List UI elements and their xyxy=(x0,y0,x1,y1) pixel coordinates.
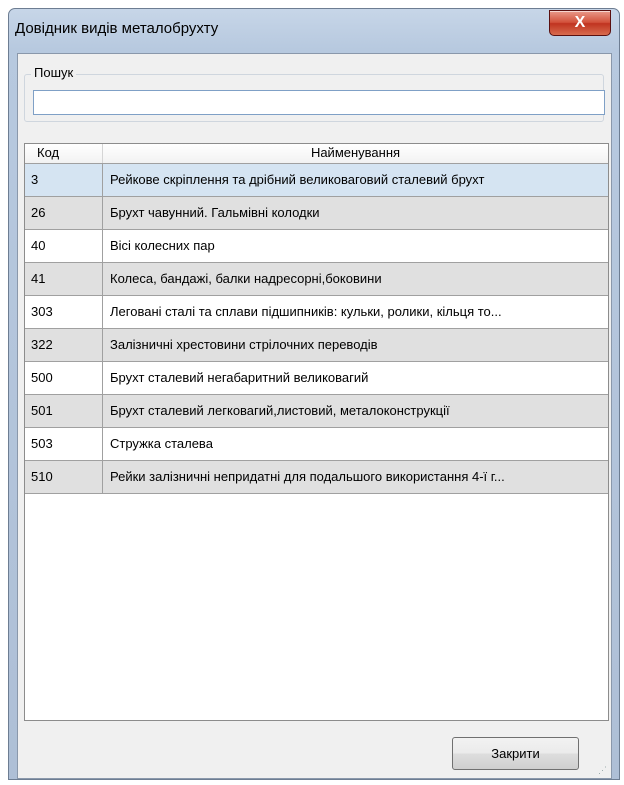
column-header-code[interactable]: Код xyxy=(25,144,103,163)
cell-code: 510 xyxy=(25,461,103,493)
table-row[interactable]: 41 Колеса, бандажі, балки надресорні,боко… xyxy=(25,263,608,296)
window-close-button[interactable]: X xyxy=(549,10,611,36)
table-row[interactable]: 510 Рейки залізничні непридатні для подал… xyxy=(25,461,608,494)
dialog-client-area: Пошук Код Найменування 3 Рейкове скріплен… xyxy=(17,53,612,779)
search-group: Пошук xyxy=(24,65,605,122)
window-title: Довідник видів металобрухту xyxy=(15,20,219,37)
close-button[interactable]: Закрити xyxy=(452,737,579,770)
cell-name: Стружка сталева xyxy=(110,436,213,451)
grid-body: 3 Рейкове скріплення та дрібний великоваг… xyxy=(25,164,608,494)
table-row[interactable]: 322 Залізничні хрестовини стрілочних пере… xyxy=(25,329,608,362)
column-header-name[interactable]: Найменування xyxy=(103,144,608,163)
table-row[interactable]: 500 Брухт сталевий негабаритний великоваг… xyxy=(25,362,608,395)
table-row[interactable]: 503 Стружка сталева xyxy=(25,428,608,461)
table-row[interactable]: 303 Леговані сталі та сплави підшипників:… xyxy=(25,296,608,329)
table-row[interactable]: 26 Брухт чавунний. Гальмівні колодки xyxy=(25,197,608,230)
cell-code: 41 xyxy=(25,263,103,295)
cell-code: 303 xyxy=(25,296,103,328)
cell-name: Рейки залізничні непридатні для подальшо… xyxy=(110,469,505,484)
cell-code: 500 xyxy=(25,362,103,394)
cell-name: Леговані сталі та сплави підшипників: ку… xyxy=(110,304,502,319)
table-row[interactable]: 3 Рейкове скріплення та дрібний великоваг… xyxy=(25,164,608,197)
search-input[interactable] xyxy=(33,90,605,115)
cell-name: Брухт сталевий легковагий,листовий, мета… xyxy=(110,403,450,418)
table-row[interactable]: 40 Вісі колесних пар xyxy=(25,230,608,263)
cell-name: Залізничні хрестовини стрілочних перевод… xyxy=(110,337,378,352)
scrap-types-grid: Код Найменування 3 Рейкове скріплення та … xyxy=(24,143,609,721)
cell-name: Брухт чавунний. Гальмівні колодки xyxy=(110,205,320,220)
cell-name: Рейкове скріплення та дрібний великоваго… xyxy=(110,172,485,187)
cell-code: 40 xyxy=(25,230,103,262)
close-icon: X xyxy=(574,14,586,31)
cell-code: 503 xyxy=(25,428,103,460)
cell-code: 3 xyxy=(25,164,103,196)
resize-grip-icon[interactable]: ⋰ xyxy=(598,765,608,775)
title-bar[interactable]: Довідник видів металобрухту X xyxy=(9,9,619,53)
cell-name: Колеса, бандажі, балки надресорні,бокови… xyxy=(110,271,382,286)
cell-name: Вісі колесних пар xyxy=(110,238,215,253)
cell-code: 501 xyxy=(25,395,103,427)
cell-name: Брухт сталевий негабаритний великовагий xyxy=(110,370,369,385)
dialog-window: Довідник видів металобрухту X Пошук Код … xyxy=(8,8,620,780)
search-label: Пошук xyxy=(31,65,77,80)
cell-code: 322 xyxy=(25,329,103,361)
cell-code: 26 xyxy=(25,197,103,229)
table-row[interactable]: 501 Брухт сталевий легковагий,листовий, м… xyxy=(25,395,608,428)
grid-header: Код Найменування xyxy=(25,144,608,164)
